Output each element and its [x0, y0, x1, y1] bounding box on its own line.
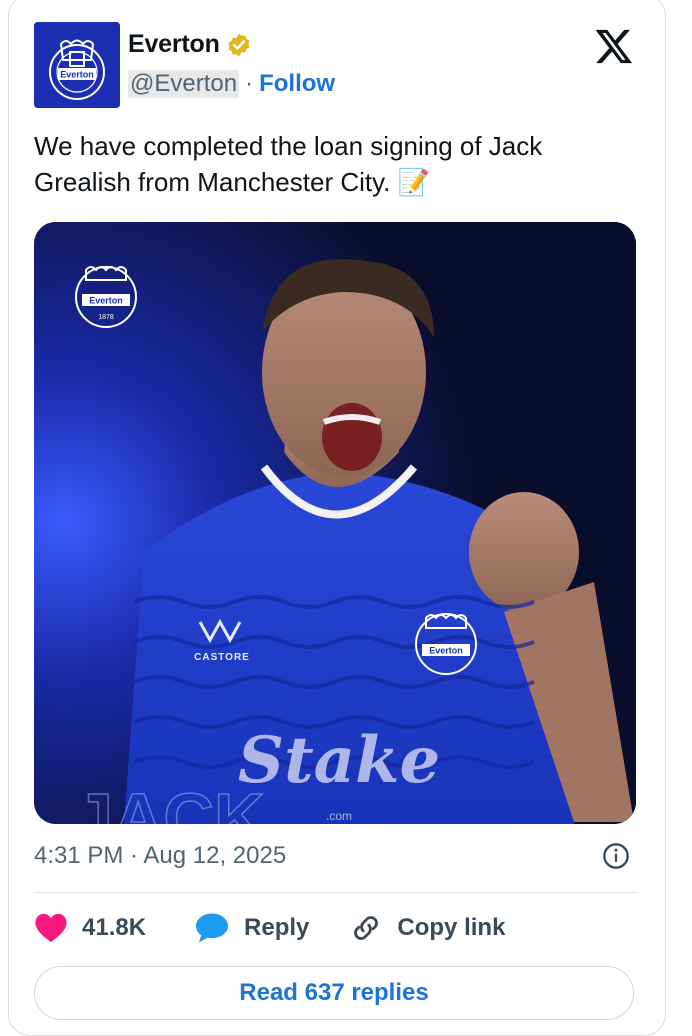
reply-button[interactable]: Reply: [194, 912, 309, 944]
divider: [34, 892, 636, 893]
copy-link-button[interactable]: Copy link: [349, 911, 505, 945]
separator-dot: ·: [245, 70, 254, 97]
tweet-actions: 41.8K Reply Copy link: [34, 908, 505, 948]
tweet-text-line-1: We have completed the loan signing of Ja…: [34, 131, 543, 161]
corner-crest-year: 1878: [98, 314, 114, 321]
avatar[interactable]: Everton: [34, 22, 120, 108]
info-icon[interactable]: [602, 842, 630, 870]
account-handle[interactable]: @Everton: [128, 70, 240, 98]
chest-crest-name: Everton: [429, 646, 463, 656]
player-photo: Everton 1878 Everton CASTORE Stake .com …: [34, 222, 636, 824]
reply-bubble-icon: [196, 913, 229, 943]
tweet-timestamp[interactable]: 4:31 PM · Aug 12, 2025: [34, 842, 286, 870]
x-logo-icon[interactable]: [594, 26, 634, 66]
read-replies-button[interactable]: Read 637 replies: [34, 966, 634, 1020]
like-count: 41.8K: [82, 914, 147, 941]
gold-verified-badge-icon: [228, 33, 250, 56]
link-icon: [354, 916, 379, 940]
tweet-media-image[interactable]: Everton 1878 Everton CASTORE Stake .com …: [34, 222, 636, 824]
copy-link-label: Copy link: [397, 914, 506, 941]
heart-icon: [35, 913, 67, 943]
kit-brand-text: CASTORE: [194, 652, 250, 663]
everton-crest-logo: Everton: [34, 22, 120, 108]
memo-emoji: 📝: [397, 167, 431, 197]
sponsor-suffix-text: .com: [326, 809, 352, 823]
corner-crest-name: Everton: [89, 296, 123, 306]
reply-label: Reply: [244, 914, 310, 941]
sponsor-text: Stake: [238, 723, 440, 798]
tweet-text-line-2: Grealish from Manchester City.: [34, 167, 391, 197]
crest-name-text: Everton: [60, 70, 94, 80]
follow-button[interactable]: Follow: [259, 70, 335, 98]
tweet-text: We have completed the loan signing of Ja…: [34, 128, 644, 200]
name-watermark: JACK: [74, 779, 265, 824]
like-button[interactable]: 41.8K: [34, 912, 146, 944]
account-name[interactable]: Everton: [128, 30, 220, 59]
